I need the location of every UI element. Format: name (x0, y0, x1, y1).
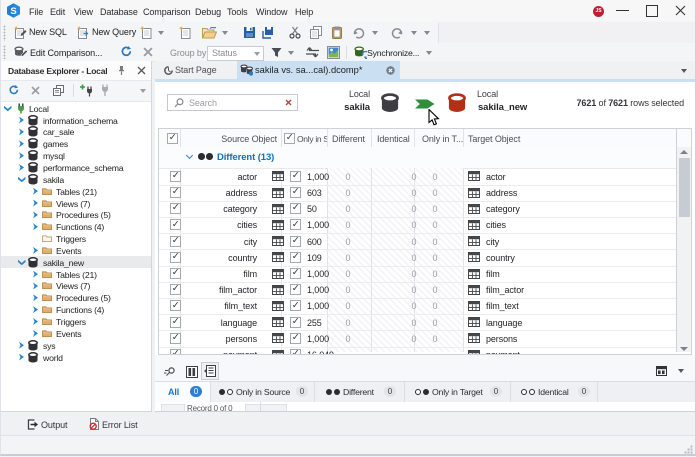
svg-text:S: S (10, 6, 16, 17)
